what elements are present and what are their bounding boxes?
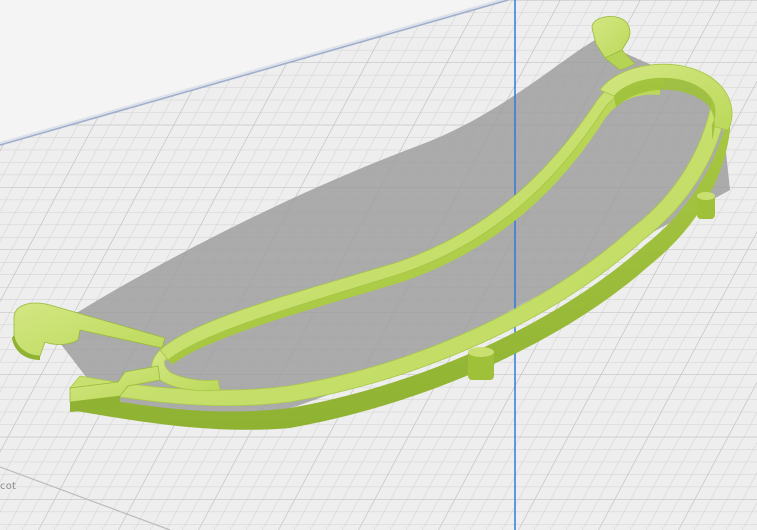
- model-peg-middle: [468, 347, 494, 380]
- viewport-corner-label: cot: [0, 481, 17, 492]
- model-peg-right: [697, 192, 715, 219]
- 3d-viewport[interactable]: cot: [0, 0, 757, 530]
- scene-canvas[interactable]: [0, 0, 757, 530]
